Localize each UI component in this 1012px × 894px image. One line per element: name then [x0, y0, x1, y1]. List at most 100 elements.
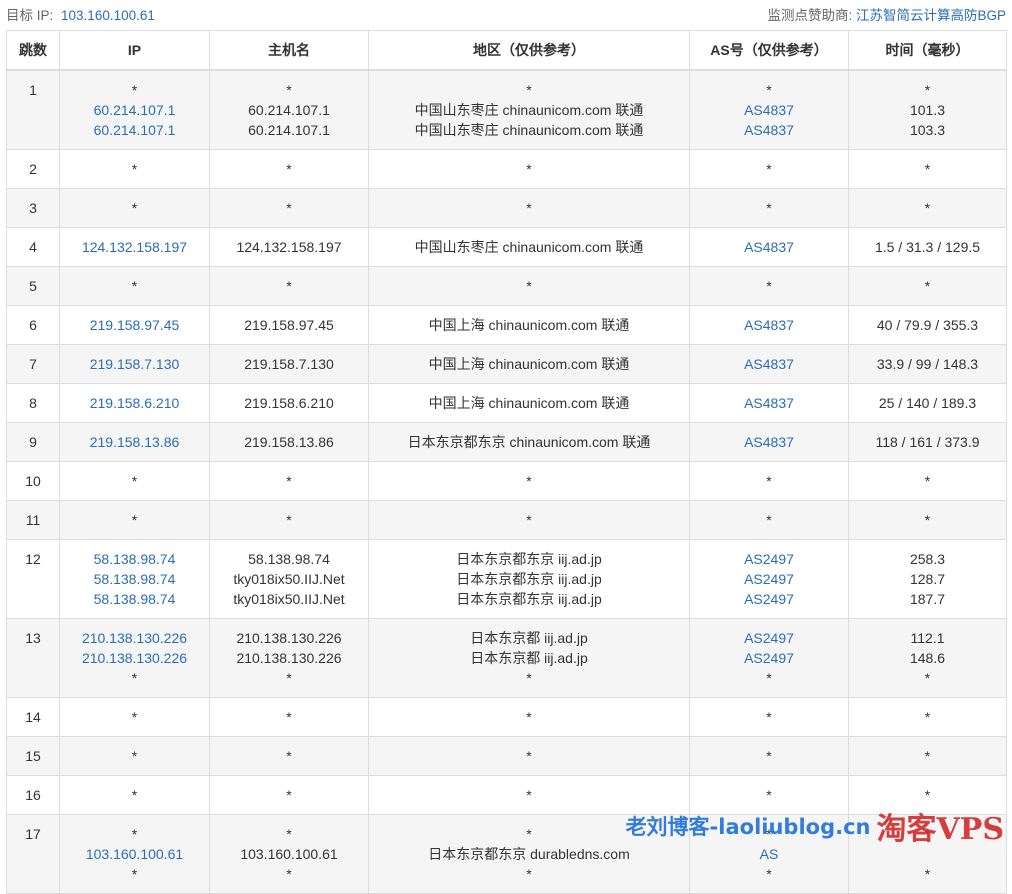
target-ip-label: 目标 IP: — [6, 8, 54, 23]
ip-cell: * — [59, 500, 210, 540]
asn-cell-value[interactable]: AS2497 — [694, 549, 844, 569]
ip-cell-value[interactable]: 210.138.130.226 — [64, 648, 205, 668]
ip-cell-value[interactable]: 210.138.130.226 — [64, 628, 205, 648]
asn-cell-value[interactable]: AS — [694, 844, 844, 864]
ip-cell-value[interactable]: 124.132.158.197 — [64, 237, 205, 257]
ip-cell-value: * — [131, 200, 138, 216]
asn-cell: AS4837 — [689, 305, 849, 345]
ip-cell-value[interactable]: 58.138.98.74 — [64, 549, 205, 569]
asn-cell-value: * — [766, 161, 772, 177]
hostname-cell: * — [209, 736, 369, 776]
region-cell: * — [368, 736, 690, 776]
asn-cell-value[interactable]: AS4837 — [694, 432, 844, 452]
hop-cell: 15 — [6, 736, 60, 776]
hop-cell: 11 — [6, 500, 60, 540]
hostname-cell-value: * — [286, 82, 292, 98]
hostname-cell: * 60.214.107.1 60.214.107.1 — [209, 69, 369, 150]
asn-cell: AS2497 AS2497 * — [689, 618, 849, 698]
region-cell: 日本东京都 iij.ad.jp 日本东京都 iij.ad.jp * — [368, 618, 690, 698]
asn-cell-value[interactable]: AS4837 — [694, 120, 844, 140]
ip-cell-value[interactable]: 60.214.107.1 — [64, 100, 205, 120]
time-cell-value: 40 / 79.9 / 355.3 — [876, 317, 979, 333]
region-cell: 中国上海 chinaunicom.com 联通 — [368, 305, 690, 345]
hostname-cell-value: * — [286, 161, 292, 177]
sponsor-link[interactable]: 江苏智简云计算高防BGP — [856, 8, 1006, 23]
time-cell: * — [848, 149, 1007, 189]
region-cell-value: * — [526, 748, 532, 764]
hostname-cell-value: * — [286, 787, 292, 803]
ip-cell-value[interactable]: 219.158.7.130 — [64, 354, 205, 374]
hop-cell: 16 — [6, 775, 60, 815]
asn-cell-value[interactable]: AS2497 — [694, 628, 844, 648]
time-cell: 258.3 128.7 187.7 — [848, 539, 1007, 619]
asn-cell-value[interactable]: AS2497 — [694, 589, 844, 609]
ip-cell-value[interactable]: 58.138.98.74 — [64, 569, 205, 589]
asn-cell-value[interactable]: AS4837 — [694, 100, 844, 120]
hostname-cell-value: * — [286, 748, 292, 764]
asn-cell-value: * — [766, 787, 772, 803]
hostname-cell-value: * — [286, 670, 292, 686]
region-cell-value: 中国山东枣庄 chinaunicom.com 联通 — [414, 102, 644, 118]
hop-cell: 9 — [6, 422, 60, 462]
time-cell-value: 118 / 161 / 373.9 — [875, 434, 980, 450]
ip-cell: * — [59, 149, 210, 189]
col-header-region: 地区（仅供参考） — [368, 30, 690, 71]
asn-cell-value[interactable]: AS4837 — [694, 393, 844, 413]
asn-cell-value[interactable]: AS2497 — [694, 648, 844, 668]
hostname-cell-value: 103.160.100.61 — [240, 846, 338, 862]
hostname-cell-value: * — [286, 709, 292, 725]
asn-cell-value[interactable]: AS4837 — [694, 237, 844, 257]
ip-cell: * — [59, 266, 210, 306]
time-cell: * 101.3 103.3 — [848, 69, 1007, 150]
table-row: 11 * * * * * — [6, 500, 1007, 540]
hostname-cell-value: 219.158.13.86 — [244, 434, 334, 450]
asn-cell-value[interactable]: AS2497 — [694, 569, 844, 589]
time-cell: * — [848, 697, 1007, 737]
hostname-cell-value: * — [286, 866, 292, 882]
hop-cell: 10 — [6, 461, 60, 501]
table-row: 16 * * * * * — [6, 775, 1007, 815]
asn-cell-value: * — [766, 82, 772, 98]
ip-cell-value[interactable]: 58.138.98.74 — [64, 589, 205, 609]
table-row: 5 * * * * * — [6, 266, 1007, 306]
ip-cell-value[interactable]: 219.158.97.45 — [64, 315, 205, 335]
table-row: 1 * 60.214.107.1 60.214.107.1 * 60.214.107.1 6… — [6, 69, 1007, 150]
hostname-cell: * — [209, 697, 369, 737]
time-cell-value: 103.3 — [909, 122, 946, 138]
ip-cell-value[interactable]: 103.160.100.61 — [64, 844, 205, 864]
asn-cell: AS4837 — [689, 344, 849, 384]
hostname-cell: 124.132.158.197 — [209, 227, 369, 267]
asn-cell-value[interactable]: AS4837 — [694, 354, 844, 374]
hostname-cell-value: tky018ix50.IIJ.Net — [233, 571, 345, 587]
time-cell-value: 25 / 140 / 189.3 — [878, 395, 977, 411]
hostname-cell-value: * — [286, 826, 292, 842]
ip-cell-value[interactable]: 60.214.107.1 — [64, 120, 205, 140]
region-cell: 中国上海 chinaunicom.com 联通 — [368, 344, 690, 384]
time-cell-value: 187.7 — [909, 591, 946, 607]
time-cell-value: 258.3 — [909, 551, 946, 567]
region-cell: * — [368, 149, 690, 189]
ip-cell-value: * — [131, 787, 138, 803]
ip-cell-value[interactable]: 219.158.13.86 — [64, 432, 205, 452]
time-cell-value: 1.5 / 31.3 / 129.5 — [874, 239, 981, 255]
hostname-cell: 219.158.13.86 — [209, 422, 369, 462]
hostname-cell: 210.138.130.226 210.138.130.226 * — [209, 618, 369, 698]
asn-cell-value: * — [766, 200, 772, 216]
ip-cell-value: * — [131, 748, 138, 764]
hop-cell: 2 — [6, 149, 60, 189]
region-cell-value: * — [526, 826, 532, 842]
ip-cell-value: * — [131, 512, 138, 528]
ip-cell-value: * — [131, 278, 138, 294]
hostname-cell-value: * — [286, 473, 292, 489]
hostname-cell-value: 219.158.7.130 — [244, 356, 334, 372]
top-bar: 目标 IP: 103.160.100.61 监测点赞助商: 江苏智简云计算高防B… — [0, 0, 1012, 28]
ip-cell: * — [59, 697, 210, 737]
region-cell: * — [368, 500, 690, 540]
asn-cell: * — [689, 461, 849, 501]
asn-cell-value[interactable]: AS4837 — [694, 315, 844, 335]
ip-cell-value[interactable]: 219.158.6.210 — [64, 393, 205, 413]
target-ip-link[interactable]: 103.160.100.61 — [61, 8, 155, 23]
hostname-cell-value: 210.138.130.226 — [236, 650, 342, 666]
time-cell: * — [848, 188, 1007, 228]
time-cell-value — [853, 844, 1002, 864]
